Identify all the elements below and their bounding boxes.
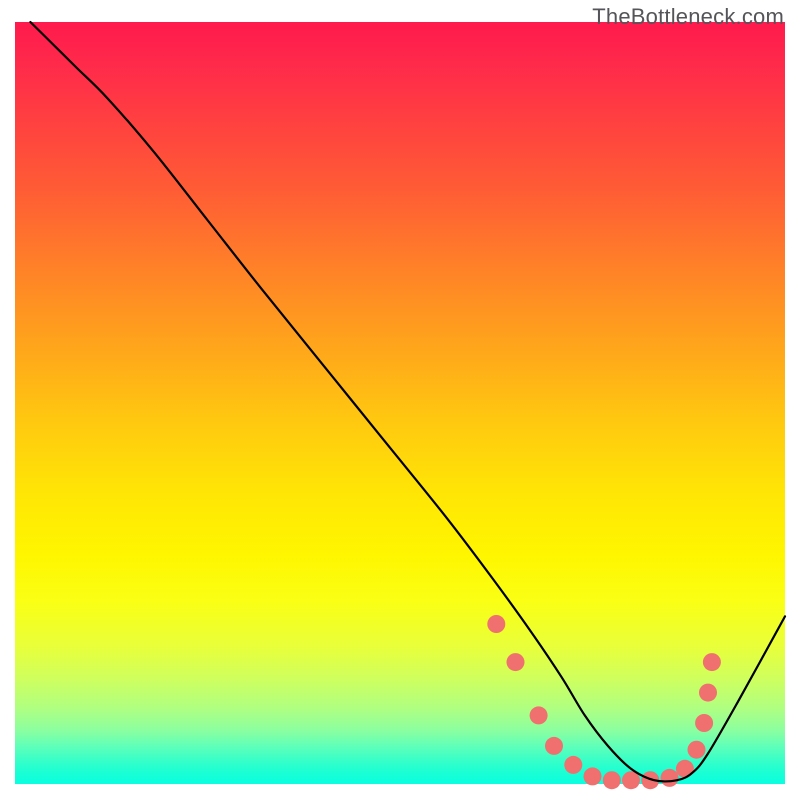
data-dot xyxy=(487,615,505,633)
bottleneck-curve xyxy=(30,22,785,781)
data-dot xyxy=(530,706,548,724)
data-dot xyxy=(703,653,721,671)
data-dot xyxy=(584,767,602,785)
data-dots xyxy=(487,615,721,789)
data-dot xyxy=(661,769,679,787)
data-dot xyxy=(699,684,717,702)
chart-overlay xyxy=(0,0,800,800)
data-dot xyxy=(507,653,525,671)
data-dot xyxy=(564,756,582,774)
chart-container: TheBottleneck.com xyxy=(0,0,800,800)
data-dot xyxy=(688,741,706,759)
data-dot xyxy=(695,714,713,732)
data-dot xyxy=(545,737,563,755)
data-dot xyxy=(603,771,621,789)
